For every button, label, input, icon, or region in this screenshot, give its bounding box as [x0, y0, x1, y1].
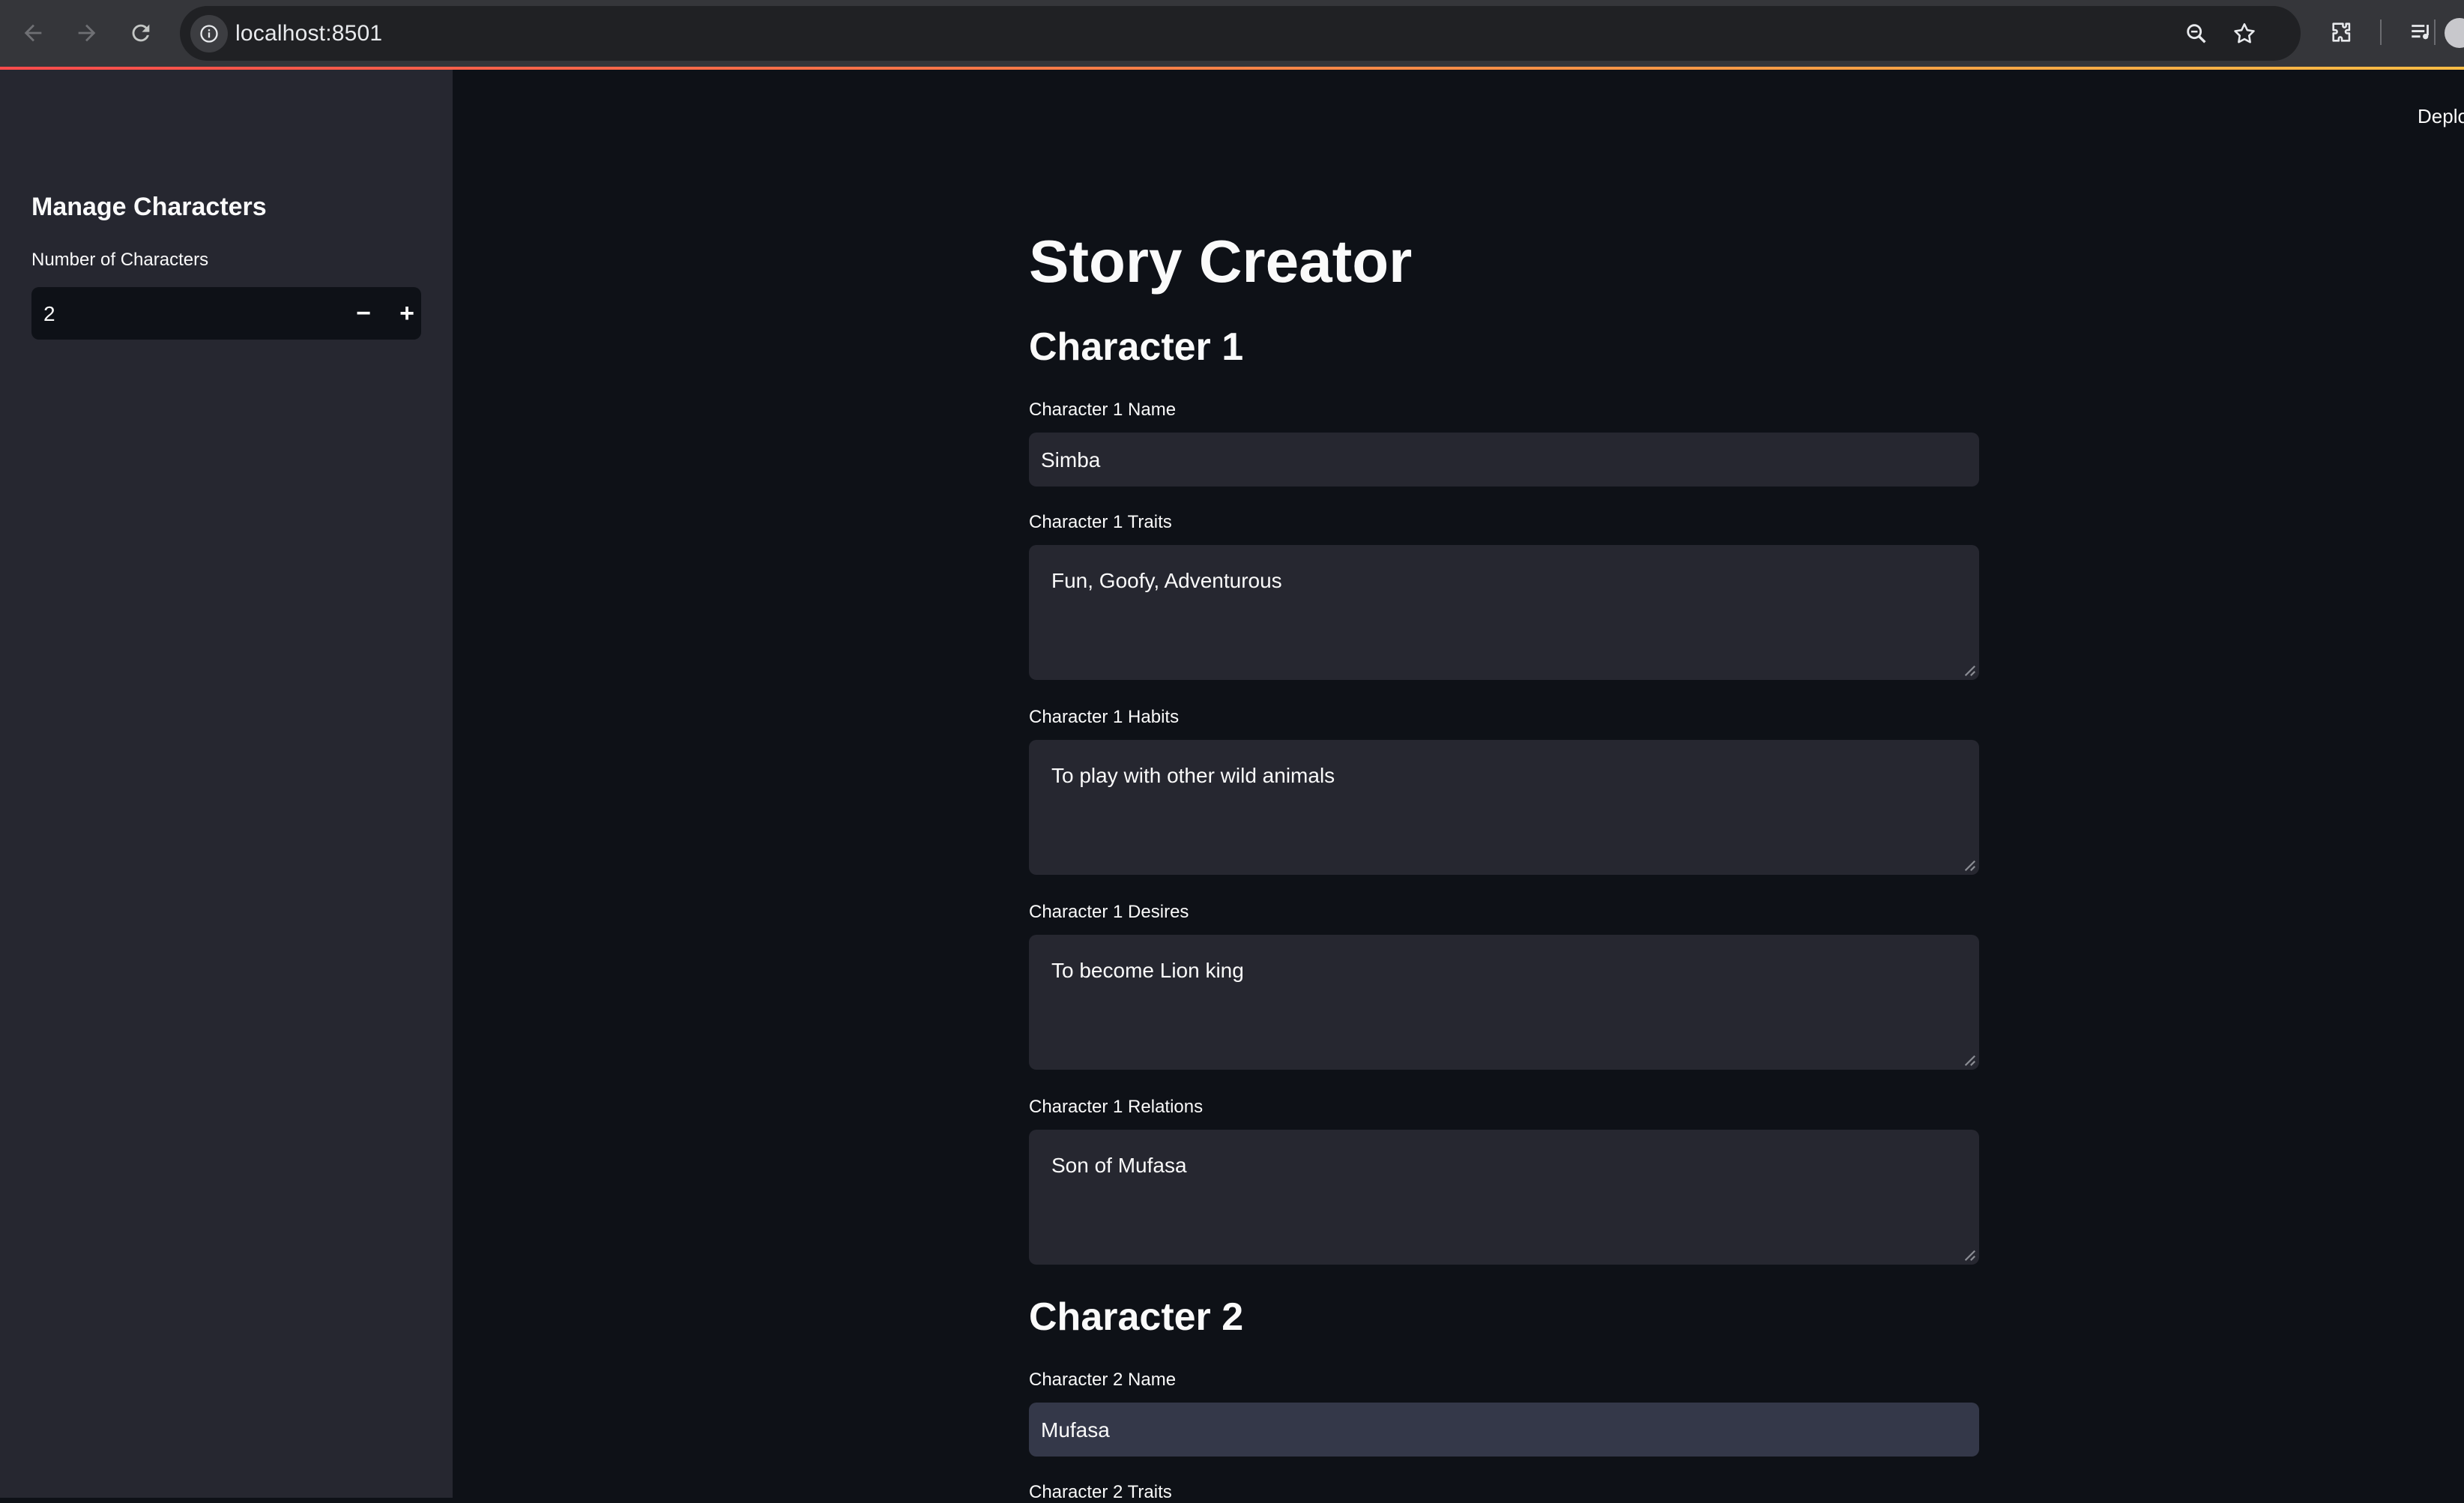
character-1-relations-textarea[interactable]: Son of Mufasa — [1029, 1130, 1979, 1265]
character-1-heading: Character 1 — [1029, 325, 1244, 369]
number-of-characters-input[interactable]: 2 − + — [31, 287, 421, 340]
character-1-habits-label: Character 1 Habits — [1029, 707, 1180, 727]
resize-handle-icon[interactable] — [1963, 1053, 1976, 1067]
url-text[interactable]: localhost:8501 — [235, 21, 382, 46]
character-1-habits-textarea[interactable]: To play with other wild animals — [1029, 740, 1979, 875]
character-1-name-label: Character 1 Name — [1029, 400, 1177, 420]
toolbar-divider — [2434, 19, 2436, 45]
character-1-relations-label: Character 1 Relations — [1029, 1097, 1204, 1117]
character-2-traits-label: Character 2 Traits — [1029, 1482, 1172, 1502]
zoom-button[interactable] — [2182, 19, 2211, 48]
resize-handle-icon[interactable] — [1963, 1248, 1976, 1262]
character-1-traits-label: Character 1 Traits — [1029, 512, 1172, 532]
browser-toolbar: localhost:8501 — [0, 0, 2464, 67]
character-1-desires-label: Character 1 Desires — [1029, 902, 1189, 922]
zoom-icon — [2187, 24, 2206, 43]
number-of-characters-label: Number of Characters — [31, 250, 209, 270]
character-2-name-label: Character 2 Name — [1029, 1370, 1177, 1390]
bookmark-button[interactable] — [2230, 19, 2259, 48]
increment-button[interactable]: + — [385, 287, 421, 340]
back-button[interactable] — [13, 13, 52, 52]
forward-button[interactable] — [67, 13, 106, 52]
character-1-traits-textarea[interactable]: Fun, Goofy, Adventurous — [1029, 545, 1979, 680]
forward-arrow-icon — [78, 24, 96, 42]
page-title: Story Creator — [1029, 228, 1413, 295]
decrement-button[interactable]: − — [342, 287, 385, 340]
reload-icon — [132, 24, 150, 42]
address-bar[interactable]: localhost:8501 — [180, 6, 2301, 61]
queue-music-icon — [2412, 25, 2429, 40]
profile-avatar[interactable] — [2445, 18, 2464, 48]
deploy-button[interactable]: Deploy — [2418, 105, 2464, 128]
resize-handle-icon[interactable] — [1963, 858, 1976, 872]
reload-button[interactable] — [121, 13, 160, 52]
extensions-button[interactable] — [2325, 15, 2359, 49]
character-1-habits-value: To play with other wild animals — [1051, 764, 1335, 787]
sidebar-heading: Manage Characters — [31, 193, 267, 221]
sidebar: Manage Characters Number of Characters 2… — [0, 70, 453, 1498]
site-info-button[interactable] — [190, 15, 228, 52]
character-1-traits-value: Fun, Goofy, Adventurous — [1051, 569, 1282, 592]
character-1-desires-textarea[interactable]: To become Lion king — [1029, 935, 1979, 1070]
character-2-heading: Character 2 — [1029, 1295, 1244, 1339]
star-icon — [2234, 22, 2255, 43]
number-of-characters-value[interactable]: 2 — [43, 302, 55, 326]
character-2-name-input[interactable]: Mufasa — [1029, 1403, 1979, 1457]
back-arrow-icon — [24, 24, 42, 42]
info-icon — [200, 25, 218, 43]
character-1-name-input[interactable]: Simba — [1029, 433, 1979, 487]
puzzle-icon — [2332, 22, 2351, 42]
toolbar-divider — [2380, 19, 2382, 45]
character-1-relations-value: Son of Mufasa — [1051, 1154, 1187, 1177]
resize-handle-icon[interactable] — [1963, 663, 1976, 677]
character-1-desires-value: To become Lion king — [1051, 959, 1244, 982]
